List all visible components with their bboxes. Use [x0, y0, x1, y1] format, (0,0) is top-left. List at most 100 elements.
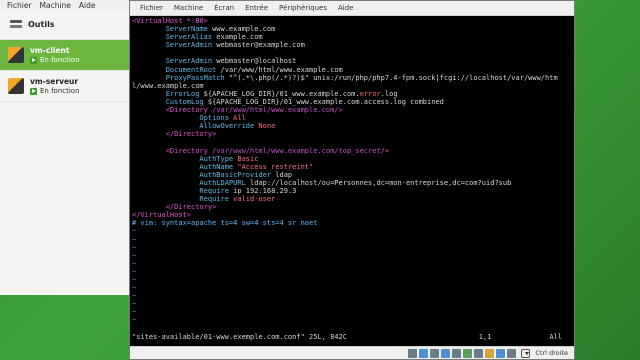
editor-token: >: [384, 146, 390, 155]
vm-name: vm-client: [30, 46, 70, 55]
editor-line: AuthLDAPURL ldap://localhost/ou=Personne…: [132, 179, 572, 187]
editor-line: ServerAdmin webmaster@example.com: [132, 41, 572, 49]
vm-status-label: En fonction: [40, 56, 80, 64]
vm-status: En fonction: [30, 87, 80, 95]
editor-token: ~: [132, 300, 137, 309]
ubuntu-os-icon: [8, 78, 24, 94]
vm-menu-machine[interactable]: Machine: [174, 4, 203, 12]
network-icon[interactable]: [441, 348, 451, 358]
editor-token: ~: [132, 292, 137, 301]
editor-token: AuthLDAPURL: [132, 178, 246, 187]
editor-token: ServerAdmin: [132, 41, 213, 50]
vm-menu-peripheriques[interactable]: Périphériques: [279, 4, 327, 12]
editor-line: ~: [132, 284, 572, 292]
editor-token: Require: [132, 186, 229, 195]
vm-menu-ecran[interactable]: Écran: [214, 4, 234, 12]
vm-menu-entree[interactable]: Entrée: [245, 4, 268, 12]
vm-statusbar: Ctrl droite: [130, 346, 574, 359]
editor-token: ServerAdmin: [132, 57, 213, 66]
vm-guest-window: Fichier Machine Écran Entrée Périphériqu…: [129, 0, 575, 360]
editor-token: ErrorLog: [132, 89, 200, 98]
running-icon: [30, 56, 37, 64]
editor-line: </Directory>: [132, 203, 572, 211]
editor-token: Require: [132, 195, 229, 204]
tools-label: Outils: [28, 20, 55, 29]
vm-list-item-serveur[interactable]: vm-serveur En fonction: [0, 71, 141, 102]
editor-line: ~: [132, 260, 572, 268]
editor-line: ServerAdmin webmaster@localhost: [132, 57, 572, 65]
editor-line: ~: [132, 227, 572, 235]
optical-drive-icon[interactable]: [419, 348, 429, 358]
editor-token: ~: [132, 243, 137, 252]
editor-token: ~: [132, 267, 137, 276]
editor-line: ~: [132, 244, 572, 252]
editor-token: /var/www/html/www.example.com/: [212, 106, 339, 115]
vim-cursor-position: 1,1: [478, 333, 492, 341]
editor-token: l/www.example.com: [132, 81, 204, 90]
editor-token: Basic: [233, 154, 259, 163]
editor-token: ${APACHE_LOG_DIR}/01_www.example.com.acc…: [203, 97, 444, 106]
vm-name: vm-serveur: [30, 77, 79, 86]
manager-menu-fichier[interactable]: Fichier: [7, 1, 32, 10]
editor-token: CustomLog: [132, 97, 204, 106]
editor-token: # vim: syntax=apache ts=4 sw=4 sts=4 sr …: [132, 219, 318, 228]
editor-token: www.example.com: [207, 25, 276, 34]
editor-token: ProxyPassMatch: [132, 73, 225, 82]
editor-token: Options: [132, 114, 229, 123]
editor-token: ldap://localhost/ou=Personnes,dc=mon-ent…: [245, 178, 512, 187]
editor-line: <Directory /var/www/html/www.example.com…: [132, 106, 572, 114]
mouse-integration-icon[interactable]: [507, 348, 517, 358]
vim-scroll-position: All: [549, 333, 562, 341]
editor-token: AuthBasicProvider: [132, 170, 272, 179]
editor-token: ${APACHE_LOG_DIR}/01_www.example.com.: [199, 89, 360, 98]
tools-entry[interactable]: Outils: [0, 10, 141, 40]
editor-line: CustomLog ${APACHE_LOG_DIR}/01_www.examp…: [132, 98, 572, 106]
manager-menu-machine[interactable]: Machine: [40, 1, 71, 10]
editor-token: ~: [132, 276, 137, 284]
vm-status-label: En fonction: [40, 87, 80, 95]
editor-line: ~: [132, 268, 572, 276]
vm-menu-fichier[interactable]: Fichier: [140, 4, 163, 12]
audio-icon[interactable]: [430, 348, 440, 358]
editor-token: /var/www/html/www.example.com/top_secret…: [212, 146, 385, 155]
running-icon: [30, 87, 37, 95]
editor-token: >: [203, 17, 208, 25]
editor-line: AuthName "Access restreint": [132, 163, 572, 171]
display-icon[interactable]: [474, 348, 484, 358]
vim-editor-buffer[interactable]: <VirtualHost *:80> ServerName www.exampl…: [132, 17, 572, 346]
editor-token: ~: [132, 235, 137, 244]
virtualbox-manager-window: Fichier Machine Aide Outils vm-client En…: [0, 0, 142, 295]
editor-token: <Directory: [132, 106, 213, 115]
cpu-icon[interactable]: [496, 348, 506, 358]
editor-line: ~: [132, 252, 572, 260]
hard-disk-icon[interactable]: [408, 348, 418, 358]
editor-token: </Directory>: [132, 203, 217, 212]
editor-line: </VirtualHost>: [132, 211, 572, 219]
editor-line: ServerAlias example.com: [132, 33, 572, 41]
shared-folders-icon[interactable]: [463, 348, 473, 358]
editor-line: AuthType Basic: [132, 155, 572, 163]
editor-line: Require valid-user: [132, 195, 572, 203]
editor-line: ~: [132, 292, 572, 300]
host-key-icon: [521, 348, 531, 358]
editor-token: AllowOverride: [132, 122, 255, 131]
editor-token: <VirtualHost: [132, 17, 187, 25]
vm-list-item-client[interactable]: vm-client En fonction: [0, 40, 141, 71]
editor-line: ~: [132, 276, 572, 284]
editor-token: ip 192.168.29.3: [228, 186, 297, 195]
editor-token: ~: [132, 259, 137, 268]
editor-token: .log: [380, 89, 398, 98]
vm-status: En fonction: [30, 56, 80, 64]
editor-line: Require ip 192.168.29.3: [132, 187, 572, 195]
usb-icon[interactable]: [452, 348, 462, 358]
tools-icon: [10, 19, 22, 31]
manager-menu-aide[interactable]: Aide: [79, 1, 96, 10]
editor-token: example.com: [212, 33, 263, 42]
vm-menu-aide[interactable]: Aide: [338, 4, 353, 12]
editor-line: <VirtualHost *:80>: [132, 17, 572, 25]
editor-line: </Directory>: [132, 130, 572, 138]
recording-icon[interactable]: [485, 348, 495, 358]
editor-token: ldap: [271, 170, 293, 179]
editor-line: ~: [132, 308, 572, 316]
